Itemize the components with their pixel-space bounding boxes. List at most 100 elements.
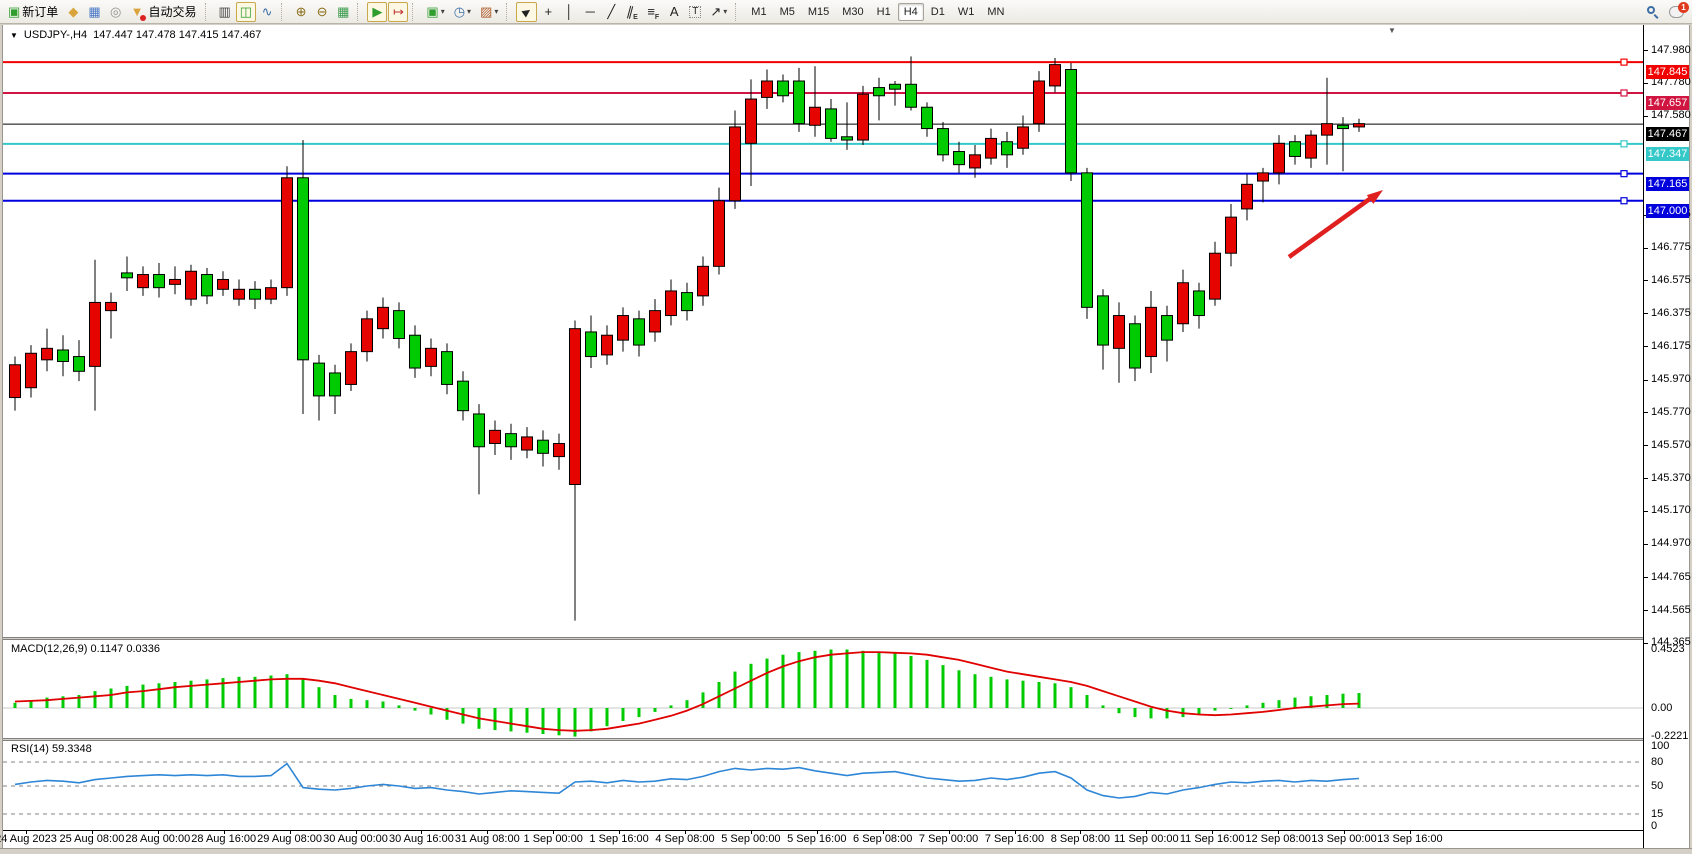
search-button[interactable]: [1642, 2, 1664, 22]
horizontal-line-147347[interactable]: [3, 141, 1643, 147]
chart-window-icon: ▦: [88, 5, 100, 18]
macd-pane-canvas[interactable]: [3, 640, 1643, 738]
price-tick-label: 144.765: [1651, 571, 1691, 583]
time-tick-label: 5 Sep 00:00: [721, 833, 780, 845]
price-tick: [1644, 116, 1648, 117]
cursor-icon: ►: [518, 2, 536, 20]
new-order-button[interactable]: ▣新订单: [4, 2, 62, 22]
timeframe-button-h4[interactable]: H4: [898, 3, 924, 21]
toolbar: ▣新订单◆▦◎▼自动交易▥◫∿⊕⊖▦▶↦▣▾◷▾▨▾►+│─╱∥E≡FAT↗▾M…: [0, 0, 1692, 24]
time-tick-label: 13 Sep 16:00: [1377, 833, 1442, 845]
price-tick-label: 144.970: [1651, 537, 1691, 549]
new-order-icon: ▣: [8, 5, 20, 18]
templates-button[interactable]: ▨▾: [476, 2, 502, 22]
text-label-button[interactable]: T: [685, 2, 705, 22]
price-tick: [1644, 346, 1648, 347]
vertical-line-icon: │: [565, 5, 573, 18]
price-tick-label: 146.575: [1651, 274, 1691, 286]
cursor-button[interactable]: ►: [516, 2, 537, 22]
horizontal-line-button[interactable]: ─: [580, 2, 600, 22]
line-chart-icon: ∿: [262, 5, 273, 18]
toolbar-separator: [281, 3, 287, 21]
price-tick-label: 145.770: [1651, 406, 1691, 418]
timeframe-button-m5[interactable]: M5: [774, 3, 801, 21]
vertical-line-button[interactable]: │: [559, 2, 579, 22]
time-tick-label: 29 Aug 08:00: [257, 833, 322, 845]
horizontal-line-147657[interactable]: [3, 90, 1643, 96]
tile-windows-button[interactable]: ▦: [333, 2, 353, 22]
crosshair-icon: +: [544, 5, 552, 18]
time-tick-label: 6 Sep 08:00: [853, 833, 912, 845]
box-icon: ◆: [68, 5, 78, 18]
timeframe-button-w1[interactable]: W1: [952, 3, 981, 21]
auto-scroll-button[interactable]: ▶: [367, 2, 387, 22]
badge-letter: F: [655, 14, 659, 21]
fibonacci-button[interactable]: ≡F: [643, 2, 663, 22]
autotrading-button[interactable]: ▼自动交易: [127, 2, 201, 22]
timeframe-button-d1[interactable]: D1: [925, 3, 951, 21]
trendline-button[interactable]: ╱: [601, 2, 621, 22]
horizontal-line-147000[interactable]: [3, 198, 1643, 204]
chart-shift-button[interactable]: ↦: [388, 2, 408, 22]
time-tick-label: 4 Sep 08:00: [655, 833, 714, 845]
timeframe-button-m30[interactable]: M30: [836, 3, 869, 21]
chart-window-button[interactable]: ▦: [84, 2, 104, 22]
chart-shift-icon: ↦: [393, 5, 404, 18]
time-tick-label: 1 Sep 00:00: [524, 833, 583, 845]
clock-icon: ◷: [454, 5, 465, 18]
price-tick: [1644, 610, 1648, 611]
bar-chart-button[interactable]: ▥: [215, 2, 235, 22]
one-click-trading-toggle[interactable]: ▼: [10, 31, 18, 40]
chat-icon: 1: [1669, 6, 1684, 18]
arrows-button[interactable]: ↗▾: [706, 2, 731, 22]
market-watch-button[interactable]: ◆: [63, 2, 83, 22]
zoom-out-button[interactable]: ⊖: [312, 2, 332, 22]
horizontal-line-147845[interactable]: [3, 59, 1643, 65]
time-tick-label: 5 Sep 16:00: [787, 833, 846, 845]
channel-button[interactable]: ∥E: [622, 2, 642, 22]
line-price-label: 147.347: [1646, 147, 1689, 161]
timeframe-button-m15[interactable]: M15: [802, 3, 835, 21]
chart-shift-marker[interactable]: ▼: [1388, 26, 1396, 35]
dropdown-caret-icon: ▾: [467, 7, 471, 16]
indicators-button[interactable]: ▣▾: [422, 2, 448, 22]
line-chart-button[interactable]: ∿: [257, 2, 277, 22]
notification-badge: 1: [1678, 2, 1689, 13]
price-tick-label: 147.580: [1651, 109, 1691, 121]
candlestick-icon: ◫: [240, 5, 252, 18]
toolbar-separator: [205, 3, 211, 21]
time-tick-label: 28 Aug 16:00: [191, 833, 256, 845]
price-tick: [1644, 478, 1648, 479]
notifications-button[interactable]: 1: [1665, 2, 1688, 22]
price-axis[interactable]: 147.980147.780147.580146.975146.775146.5…: [1643, 25, 1689, 848]
macd-signal-line: [15, 652, 1359, 731]
toolbar-separator: [506, 3, 512, 21]
candle-chart-button[interactable]: ◫: [236, 2, 256, 22]
price-tick-label: 144.565: [1651, 604, 1691, 616]
crosshair-button[interactable]: +: [538, 2, 558, 22]
price-tick: [1644, 280, 1648, 281]
timeframe-button-h1[interactable]: H1: [871, 3, 897, 21]
time-tick-label: 7 Sep 00:00: [919, 833, 978, 845]
text-icon: A: [670, 5, 679, 18]
window-bottom-edge: [0, 848, 1692, 854]
price-chart-canvas[interactable]: [3, 25, 1643, 637]
timeframe-button-mn[interactable]: MN: [981, 3, 1010, 21]
time-tick-label: 8 Sep 08:00: [1051, 833, 1110, 845]
rsi-pane-canvas[interactable]: [3, 741, 1643, 830]
rsi-tick-label: 100: [1651, 740, 1669, 752]
periods-button[interactable]: ◷▾: [450, 2, 475, 22]
toolbar-separator: [357, 3, 363, 21]
search-icon: [1646, 5, 1660, 19]
autotrading-button-label: 自动交易: [148, 3, 196, 20]
time-tick-label: 7 Sep 16:00: [985, 833, 1044, 845]
time-axis[interactable]: 24 Aug 202325 Aug 08:0028 Aug 00:0028 Au…: [3, 831, 1643, 848]
zoom-in-button[interactable]: ⊕: [291, 2, 311, 22]
price-tick: [1644, 643, 1648, 644]
rsi-tick-label: 50: [1651, 780, 1663, 792]
tile-windows-icon: ▦: [337, 5, 349, 18]
horizontal-line-147165[interactable]: [3, 171, 1643, 177]
text-button[interactable]: A: [664, 2, 684, 22]
signals-button[interactable]: ◎: [106, 2, 126, 22]
timeframe-button-m1[interactable]: M1: [745, 3, 772, 21]
